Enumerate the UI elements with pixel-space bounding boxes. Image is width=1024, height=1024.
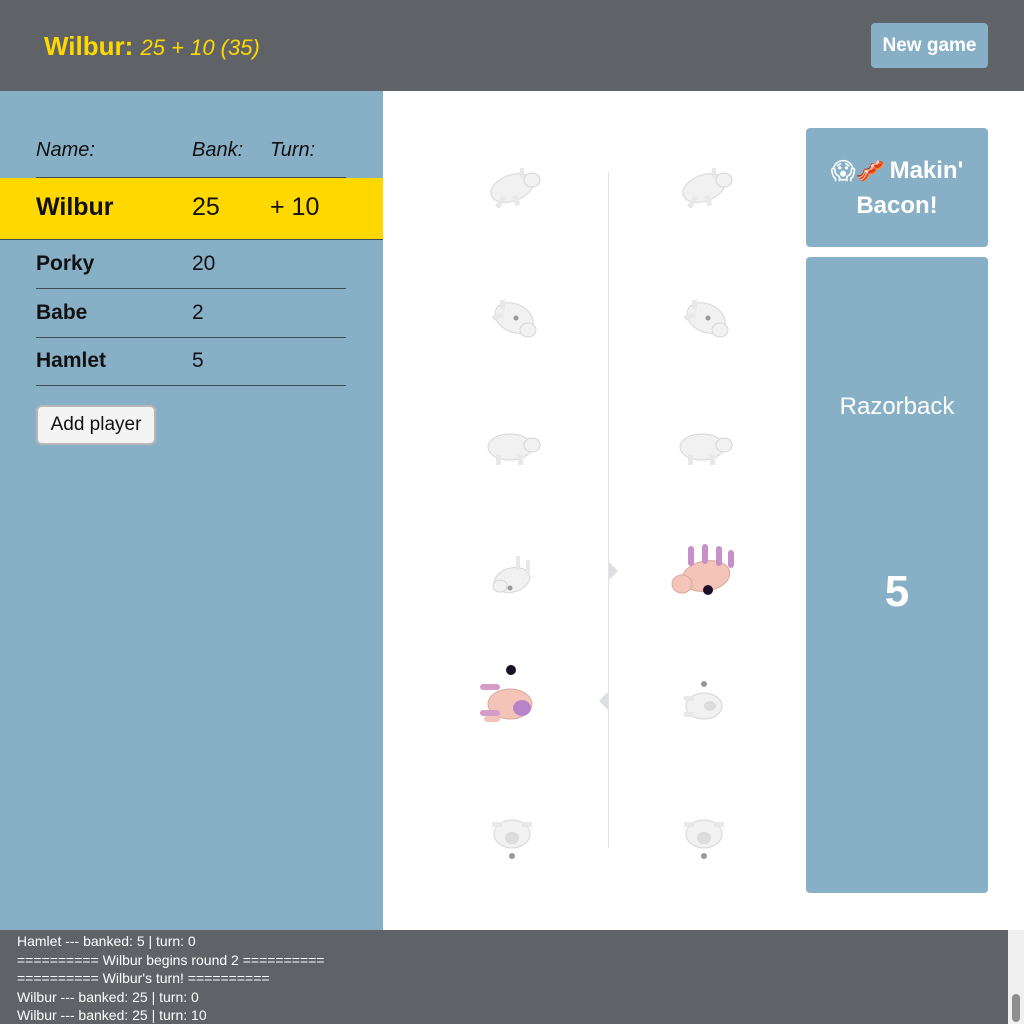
pig-dot-side-icon [480, 665, 533, 722]
scoreboard-panel: Name: Bank: Turn: Wilbur 25 + 10 Porky 2… [0, 91, 383, 930]
player-name: Hamlet [36, 349, 107, 372]
log-line: Wilbur --- banked: 25 | turn: 10 [17, 1007, 207, 1023]
pig-leaning-jowler-icon [492, 556, 531, 593]
roll-score: 5 [884, 567, 910, 616]
column-header-name: Name: [36, 139, 95, 161]
pig-snouter-icon [679, 433, 733, 465]
column-header-turn: Turn: [270, 139, 316, 161]
right-pig-dot-side-option[interactable] [662, 660, 746, 744]
player-bank: 2 [192, 301, 204, 324]
new-game-button[interactable]: New game [871, 23, 988, 68]
pig-dot-side-icon [684, 681, 723, 720]
player-bank: 5 [192, 349, 204, 372]
scoreboard-header: Name: Bank: Turn: [36, 139, 346, 178]
left-pig-no-dot-side-option[interactable] [470, 792, 554, 876]
player-name: Wilbur [36, 193, 114, 221]
game-log[interactable]: Hamlet --- banked: 5 | turn: 0 =========… [0, 930, 1008, 1024]
player-row[interactable]: Hamlet 5 [36, 337, 346, 386]
right-pig-leaning-jowler-option[interactable] [662, 534, 746, 618]
pig-no-dot-side-icon [492, 819, 532, 859]
scream-bacon-icon: 😱🥓 [830, 157, 886, 185]
log-line: ========== Wilbur begins round 2 =======… [17, 951, 325, 968]
left-pig-leaning-jowler-option[interactable] [470, 534, 554, 618]
player-bank: 20 [192, 252, 216, 275]
makin-bacon-button[interactable]: 😱🥓 Makin' Bacon! [806, 128, 988, 247]
right-pig-trotter-option[interactable] [662, 278, 746, 362]
board-divider [608, 172, 609, 848]
current-player-name: Wilbur: [44, 31, 134, 61]
log-scrollbar[interactable] [1008, 930, 1024, 1024]
add-player-button[interactable]: Add player [36, 405, 156, 445]
pig-trotter-icon [683, 300, 729, 338]
log-line: ========== Wilbur's turn! ========== [17, 970, 270, 986]
log-scrollbar-thumb[interactable] [1012, 994, 1020, 1022]
left-pig-snouter-option[interactable] [470, 405, 554, 489]
right-pig-no-dot-side-option[interactable] [662, 792, 746, 876]
player-row-active[interactable]: Wilbur 25 + 10 [0, 178, 383, 240]
player-row[interactable]: Babe 2 [36, 289, 346, 338]
player-bank: 25 [192, 193, 220, 221]
current-score-summary: 25 + 10 (35) [140, 35, 260, 60]
roll-result-panel[interactable]: Razorback 5 [806, 257, 988, 893]
player-name: Porky [36, 252, 95, 275]
column-header-bank: Bank: [192, 139, 244, 161]
header-bar: Wilbur: 25 + 10 (35) New game [0, 0, 1024, 91]
left-pig-razorback-option[interactable] [470, 146, 554, 230]
right-selection-marker [609, 562, 618, 580]
right-pig-razorback-option[interactable] [662, 146, 746, 230]
log-line: Hamlet --- banked: 5 | turn: 0 [17, 933, 196, 949]
player-row[interactable]: Porky 20 [36, 240, 346, 289]
right-pig-snouter-option[interactable] [662, 405, 746, 489]
roll-name: Razorback [839, 393, 955, 420]
log-line: Wilbur --- banked: 25 | turn: 0 [17, 988, 199, 1005]
left-selection-marker [599, 692, 608, 710]
pig-leaning-jowler-icon [671, 544, 734, 595]
pig-razorback-icon [490, 168, 541, 209]
pig-no-dot-side-icon [684, 819, 724, 859]
pig-snouter-icon [487, 433, 541, 465]
player-name: Babe [36, 301, 88, 324]
left-pig-dot-side-option[interactable] [470, 660, 554, 744]
left-pig-trotter-option[interactable] [470, 278, 554, 362]
bacon-label-line1: Makin' [889, 157, 964, 184]
pig-razorback-icon [682, 168, 733, 209]
current-turn-status: Wilbur: 25 + 10 (35) [44, 28, 260, 66]
pig-trotter-icon [491, 300, 537, 338]
player-turn: + 10 [270, 193, 320, 221]
bacon-label-line2: Bacon! [856, 191, 938, 219]
